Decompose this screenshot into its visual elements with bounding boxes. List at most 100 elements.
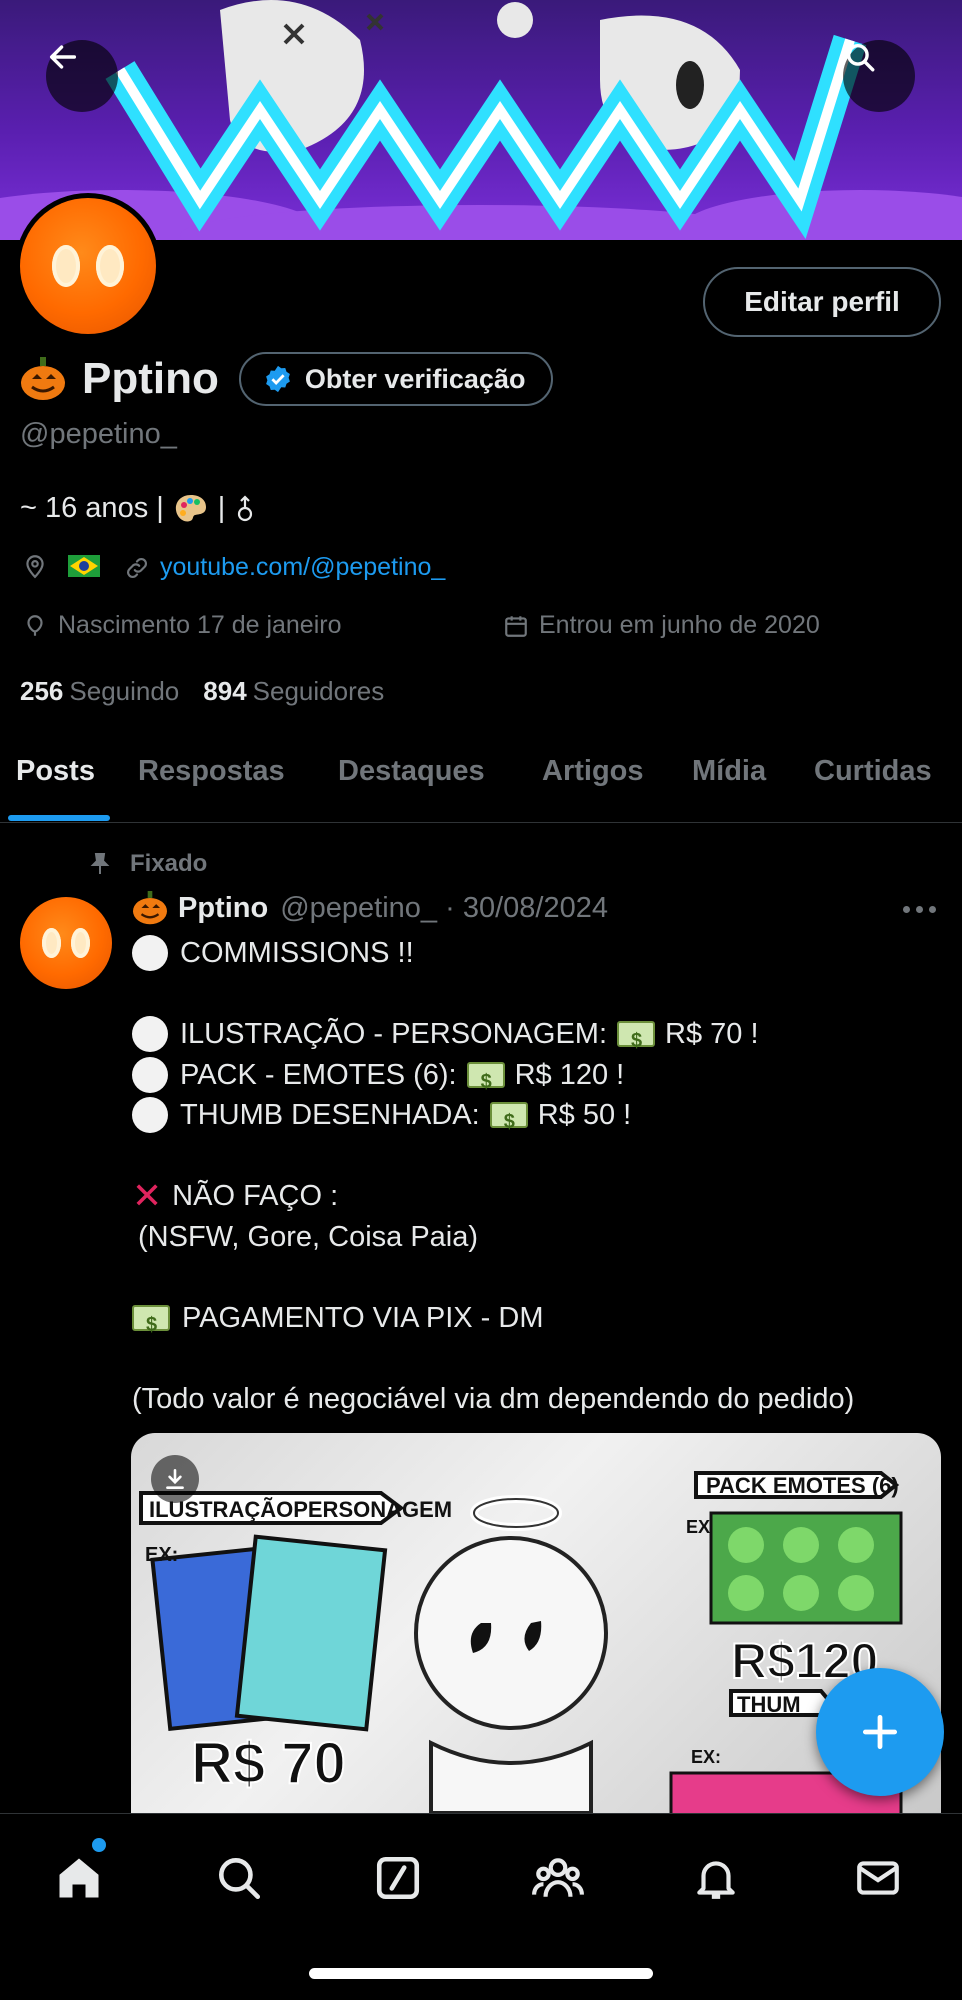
bell-icon (697, 1861, 735, 1899)
post-handle-date: @pepetino_ · 30/08/2024 (280, 891, 608, 924)
post-line-text: PAGAMENTO VIA PIX - DM (182, 1301, 544, 1334)
post-line-text: NÃO FAÇO : (172, 1180, 339, 1212)
search-icon (846, 43, 875, 72)
website-link[interactable]: youtube.com/@pepetino_ (160, 553, 445, 582)
back-button[interactable] (46, 40, 118, 112)
profile-bio: ~ 16 anos | | (20, 492, 255, 525)
post-text: COMMISSIONS !! ILUSTRAÇÃO - PERSONAGEM: R… (132, 933, 952, 1419)
website-row[interactable]: youtube.com/@pepetino_ (124, 553, 445, 582)
post-line: COMMISSIONS !! (132, 933, 952, 974)
avatar-eye (42, 928, 61, 958)
post-price: R$ 120 ! (514, 1058, 625, 1091)
post-line-text: ILUSTRAÇÃO - PERSONAGEM: (180, 1018, 608, 1050)
cross-mark-icon: ✕ (132, 1175, 163, 1216)
tab-likes[interactable]: Curtidas (814, 755, 932, 788)
tab-media[interactable]: Mídia (692, 755, 766, 788)
link-icon (127, 557, 147, 578)
post-line-text: (Todo valor é negociável via dm dependen… (132, 1382, 855, 1415)
white-circle-icon (132, 1016, 168, 1053)
name-row: Pptino Obter verificação (20, 352, 554, 406)
pumpkin-icon (20, 357, 66, 401)
media-label-thumb: THUM (737, 1692, 801, 1717)
tab-replies[interactable]: Respostas (138, 755, 285, 788)
bio-text: ~ 16 anos | (20, 492, 164, 524)
post-price: R$ 50 ! (537, 1099, 632, 1131)
post-line: (NSFW, Gore, Coisa Paia) (132, 1217, 952, 1258)
followers-link[interactable]: 894 Seguidores (203, 676, 384, 707)
calendar-icon (505, 615, 527, 637)
tab-posts[interactable]: Posts (16, 755, 95, 788)
post-line: (Todo valor é negociável via dm dependen… (132, 1379, 952, 1420)
birthday-text: Nascimento 17 de janeiro (58, 611, 342, 639)
joined-text: Entrou em junho de 2020 (539, 611, 820, 639)
profile-avatar[interactable] (15, 193, 161, 339)
post-header: Pptino @pepetino_ · 30/08/2024 (132, 891, 608, 925)
post-price: R$ 70 ! (665, 1018, 759, 1050)
pinned-label-row: Fixado (88, 850, 207, 878)
avatar-image (20, 198, 156, 334)
media-price-left: R$ 70 (191, 1731, 346, 1796)
post-line: ILUSTRAÇÃO - PERSONAGEM: R$ 70 ! (132, 1014, 952, 1062)
plus-icon (862, 1714, 898, 1750)
display-name: Pptino (82, 354, 219, 403)
banner-artwork (0, 0, 962, 240)
nav-grok[interactable] (368, 1848, 428, 1908)
post-line-text: THUMB DESENHADA: (180, 1099, 480, 1131)
post-line-text: COMMISSIONS !! (180, 937, 414, 969)
tab-articles[interactable]: Artigos (542, 755, 644, 788)
follow-stats: 256 Seguindo 894 Seguidores (20, 676, 384, 707)
bio-separator: | (217, 492, 226, 524)
media-label-right: PACK EMOTES (6) (706, 1473, 899, 1498)
post-line: PACK - EMOTES (6): R$ 120 ! (132, 1055, 952, 1102)
post-line-text: PACK - EMOTES (6): (180, 1058, 457, 1091)
home-indicator-bar (309, 1968, 653, 1979)
following-link[interactable]: 256 Seguindo (20, 676, 179, 707)
post-media-image[interactable]: ILUSTRAÇÃOPERSONAGEM EX: R$ 70 PACK EMOT… (131, 1433, 941, 1813)
tab-highlights[interactable]: Destaques (338, 755, 485, 788)
get-verified-button[interactable]: Obter verificação (238, 352, 554, 406)
profile-tabs: Posts Respostas Destaques Artigos Mídia … (0, 745, 962, 823)
more-icon[interactable] (903, 906, 936, 913)
grok-icon (376, 1856, 420, 1900)
download-icon (166, 1469, 184, 1489)
nav-explore[interactable] (209, 1848, 269, 1908)
white-circle-icon (132, 935, 168, 972)
location-row (22, 553, 100, 579)
communities-icon (532, 1858, 584, 1897)
media-label-left: ILUSTRAÇÃOPERSONAGEM (149, 1497, 452, 1522)
post-line-text: (NSFW, Gore, Coisa Paia) (138, 1220, 479, 1253)
avatar-eye (52, 245, 80, 287)
location-icon (26, 555, 44, 579)
home-icon (59, 1858, 99, 1898)
post-avatar[interactable] (20, 897, 112, 989)
post-line: PAGAMENTO VIA PIX - DM (132, 1298, 952, 1345)
gender-symbol-icon (238, 494, 253, 521)
profile-banner[interactable] (0, 0, 962, 240)
pinned-label: Fixado (130, 850, 208, 877)
following-count: 256 (20, 676, 64, 706)
white-circle-icon (132, 1097, 168, 1134)
money-wings-icon (132, 1304, 170, 1345)
home-notification-dot (92, 1838, 106, 1852)
following-label: Seguindo (69, 676, 180, 706)
palette-icon (175, 494, 206, 521)
nav-communities[interactable] (528, 1848, 588, 1908)
nav-home[interactable] (49, 1848, 109, 1908)
search-button[interactable] (843, 40, 915, 112)
explore-icon (219, 1858, 261, 1900)
followers-count: 894 (203, 676, 247, 706)
get-verified-label: Obter verificação (304, 363, 526, 394)
nav-notifications[interactable] (686, 1848, 746, 1908)
joined-row: Entrou em junho de 2020 (503, 611, 820, 640)
download-button[interactable] (151, 1455, 199, 1503)
edit-profile-button[interactable]: Editar perfil (703, 267, 941, 337)
nav-messages[interactable] (848, 1848, 908, 1908)
post-author-name[interactable]: Pptino (178, 892, 268, 925)
money-icon (617, 1021, 656, 1062)
post-line: THUMB DESENHADA: R$ 50 ! (132, 1095, 952, 1143)
media-ex-label-thumb: EX: (691, 1747, 721, 1767)
compose-post-button[interactable] (816, 1668, 944, 1796)
